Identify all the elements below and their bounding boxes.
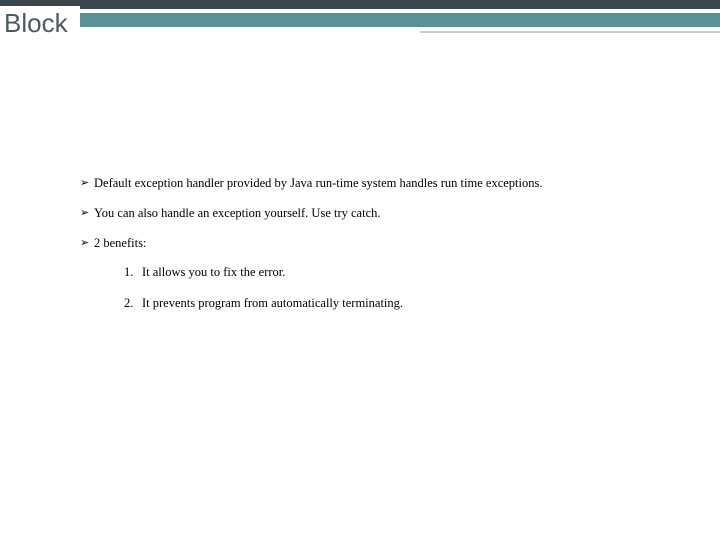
rule-dark <box>80 6 720 9</box>
bullet-item: ➢ You can also handle an exception yours… <box>80 205 690 221</box>
number-text: It allows you to fix the error. <box>142 265 285 280</box>
number-label: 1. <box>124 265 142 280</box>
arrow-bullet-icon: ➢ <box>80 175 94 191</box>
header-row: Block <box>0 6 720 44</box>
content-area: ➢ Default exception handler provided by … <box>80 175 690 327</box>
arrow-bullet-icon: ➢ <box>80 235 94 251</box>
bullet-text: You can also handle an exception yoursel… <box>94 205 381 221</box>
numbered-list: 1. It allows you to fix the error. 2. It… <box>124 265 690 311</box>
bullet-item: ➢ Default exception handler provided by … <box>80 175 690 191</box>
rule-teal <box>80 13 720 27</box>
header-rules <box>80 6 720 33</box>
page-title: Block <box>0 6 68 39</box>
bullet-text: 2 benefits: <box>94 235 146 251</box>
bullet-text: Default exception handler provided by Ja… <box>94 175 542 191</box>
rule-light <box>420 31 720 33</box>
number-text: It prevents program from automatically t… <box>142 296 403 311</box>
bullet-item: ➢ 2 benefits: <box>80 235 690 251</box>
list-item: 2. It prevents program from automaticall… <box>124 296 690 311</box>
list-item: 1. It allows you to fix the error. <box>124 265 690 280</box>
arrow-bullet-icon: ➢ <box>80 205 94 221</box>
number-label: 2. <box>124 296 142 311</box>
